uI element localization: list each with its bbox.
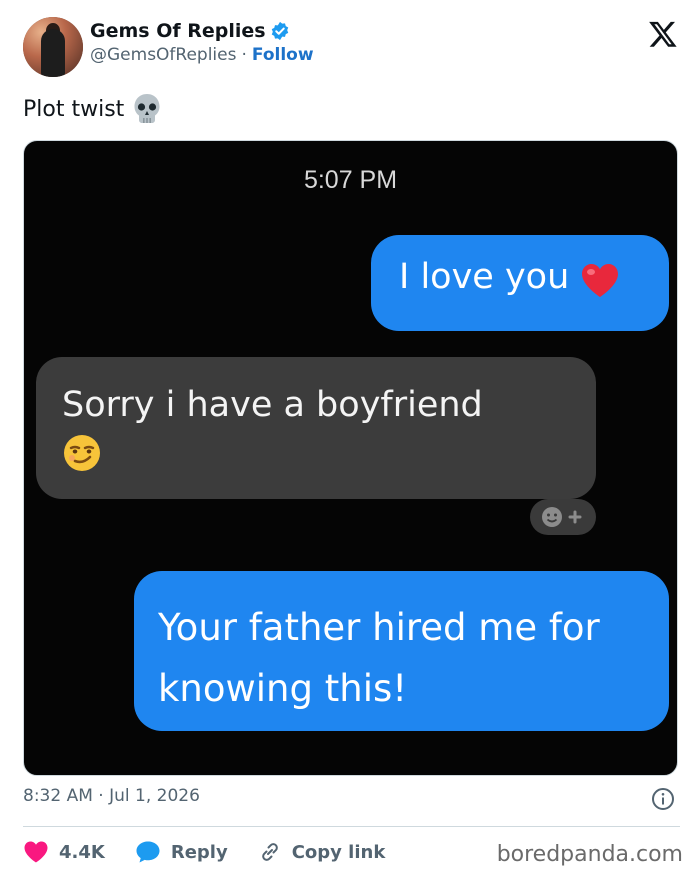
skull-emoji-icon [134, 94, 160, 123]
avatar[interactable] [23, 17, 83, 77]
info-icon[interactable] [651, 787, 675, 811]
tweet-text-row: Plot twist [23, 93, 162, 125]
like-count: 4.4K [59, 841, 105, 863]
received-message-bubble: Sorry i have a boyfriend [36, 357, 596, 499]
reply-label: Reply [170, 841, 228, 863]
add-reaction-button[interactable] [530, 499, 596, 535]
follow-button[interactable]: Follow [252, 45, 314, 65]
smirk-emoji-icon [64, 435, 100, 471]
author-name[interactable]: Gems Of Replies [90, 20, 266, 42]
message-text: I love you [399, 257, 570, 297]
reply-bubble-icon [136, 841, 160, 863]
like-button[interactable]: 4.4K [23, 840, 105, 864]
verified-badge-icon [271, 21, 288, 41]
tweet-header: Gems Of Replies @GemsOfReplies · Follow [23, 17, 680, 79]
heart-emoji-icon [582, 264, 619, 297]
divider [23, 826, 680, 827]
tweet-media-image[interactable]: 5:07 PM I love you Sorry i have a boyfri… [23, 140, 678, 776]
tweet-timestamp[interactable]: 8:32 AM · Jul 1, 2026 [23, 786, 200, 806]
tweet-text: Plot twist [23, 96, 125, 122]
sent-message-bubble: Your father hired me for knowing this! [134, 571, 669, 731]
sent-message-bubble: I love you [371, 235, 669, 331]
copy-link-button[interactable]: Copy link [258, 840, 386, 864]
message-timestamp: 5:07 PM [303, 166, 398, 194]
like-heart-icon [24, 841, 48, 863]
reply-button[interactable]: Reply [135, 840, 228, 864]
copy-link-label: Copy link [291, 841, 386, 863]
action-bar: 4.4K Reply Copy link [23, 840, 415, 864]
author-handle[interactable]: @GemsOfReplies [90, 45, 236, 65]
link-icon [261, 843, 278, 861]
author-block: Gems Of Replies @GemsOfReplies · Follow [90, 20, 314, 65]
add-reaction-icon [542, 507, 582, 527]
message-text: Your father hired me for knowing this! [158, 606, 600, 710]
watermark: boredpanda.com [496, 842, 683, 867]
x-logo-icon[interactable] [648, 19, 678, 49]
handle-separator: · [241, 45, 247, 65]
message-text: Sorry i have a boyfriend [62, 385, 483, 425]
